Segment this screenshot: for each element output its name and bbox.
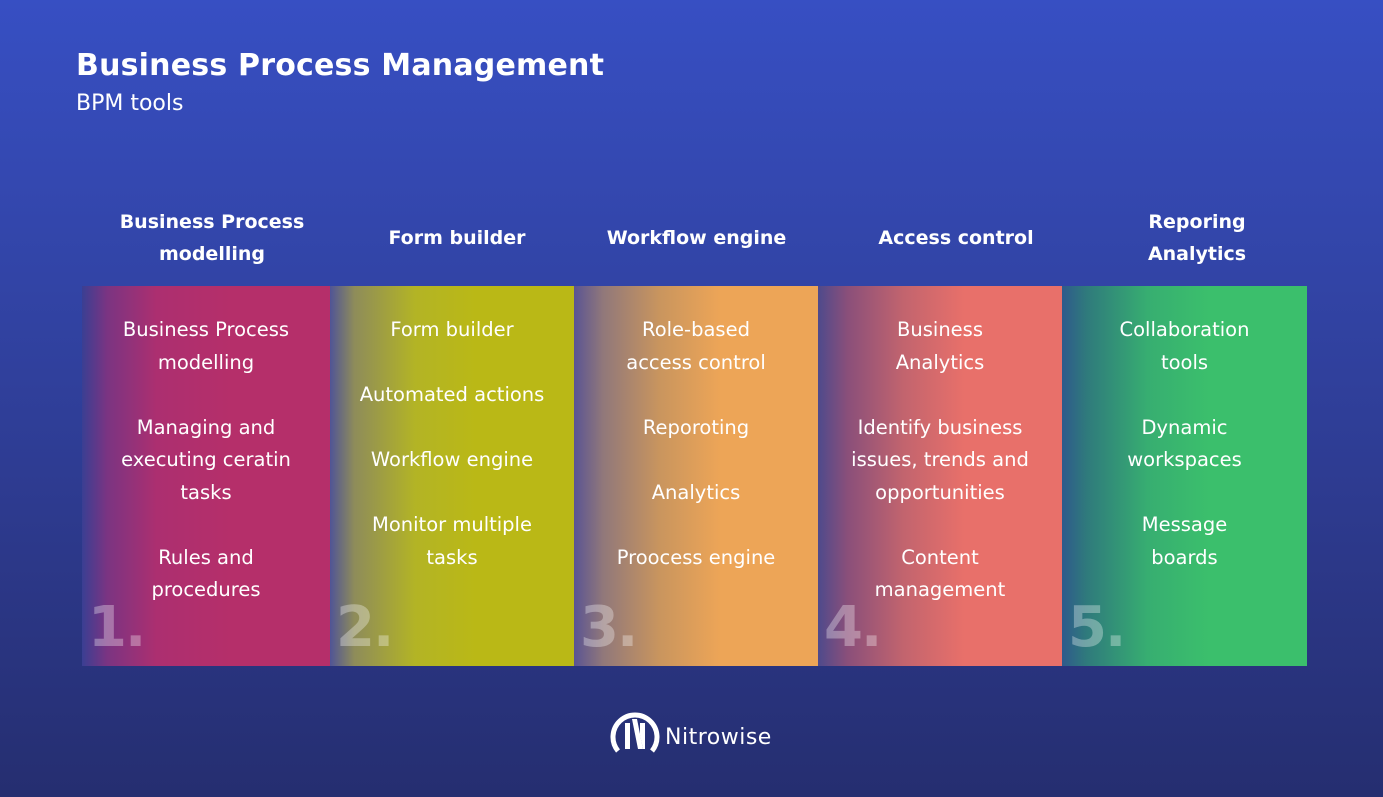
card-number: 2. — [336, 595, 394, 660]
card-item: Workflow engine — [370, 448, 534, 471]
card-4: Business Analytics Identify business iss… — [818, 286, 1062, 666]
card-item: Reporoting — [642, 415, 750, 439]
card-1: Business Process modelling Managing and … — [82, 286, 330, 666]
card-number: 3. — [580, 595, 638, 660]
column-headers: Business Process modelling Form builder … — [82, 198, 1307, 278]
tool-cards: Business Process modelling Managing and … — [82, 286, 1307, 666]
card-2: Form builder Automated actions Workflow … — [330, 286, 574, 666]
card-5: Collaboration tools Dynamic workspaces M… — [1062, 286, 1307, 666]
column-header-4: Access control — [878, 227, 1034, 249]
card-item: Role-based access control — [626, 318, 766, 374]
card-item: Analytics — [651, 480, 741, 504]
card-3: Role-based access control Reporoting Ana… — [574, 286, 818, 666]
card-number: 1. — [88, 595, 146, 660]
card-item: Proocess engine — [616, 545, 776, 569]
column-header-2: Form builder — [388, 227, 526, 249]
card-item: Dynamic workspaces — [1127, 415, 1242, 472]
card-item: Business Analytics — [895, 318, 985, 374]
card-item: Identify business issues, trends and opp… — [851, 415, 1029, 504]
card-item: Form builder — [390, 318, 514, 341]
column-header-3: Workflow engine — [606, 227, 787, 249]
card-item: Business Process modelling — [122, 318, 290, 374]
card-item: Message boards — [1141, 513, 1228, 569]
page-title: Business Process Management — [76, 48, 605, 83]
page-subtitle: BPM tools — [76, 91, 184, 116]
card-item: Collaboration tools — [1119, 318, 1250, 374]
card-item: Monitor multiple tasks — [372, 513, 532, 569]
column-header-5: Reporing Analytics — [1147, 211, 1247, 265]
nitrowise-logo-icon — [608, 705, 662, 763]
brand-name: Nitrowise — [665, 724, 772, 750]
card-number: 4. — [824, 595, 882, 660]
brand-logo: Nitrowise — [608, 705, 772, 763]
column-header-1: Business Process modelling — [119, 211, 305, 265]
card-number: 5. — [1068, 595, 1126, 660]
card-item: Automated actions — [359, 383, 545, 406]
card-item: Managing and executing ceratin tasks — [121, 415, 291, 504]
